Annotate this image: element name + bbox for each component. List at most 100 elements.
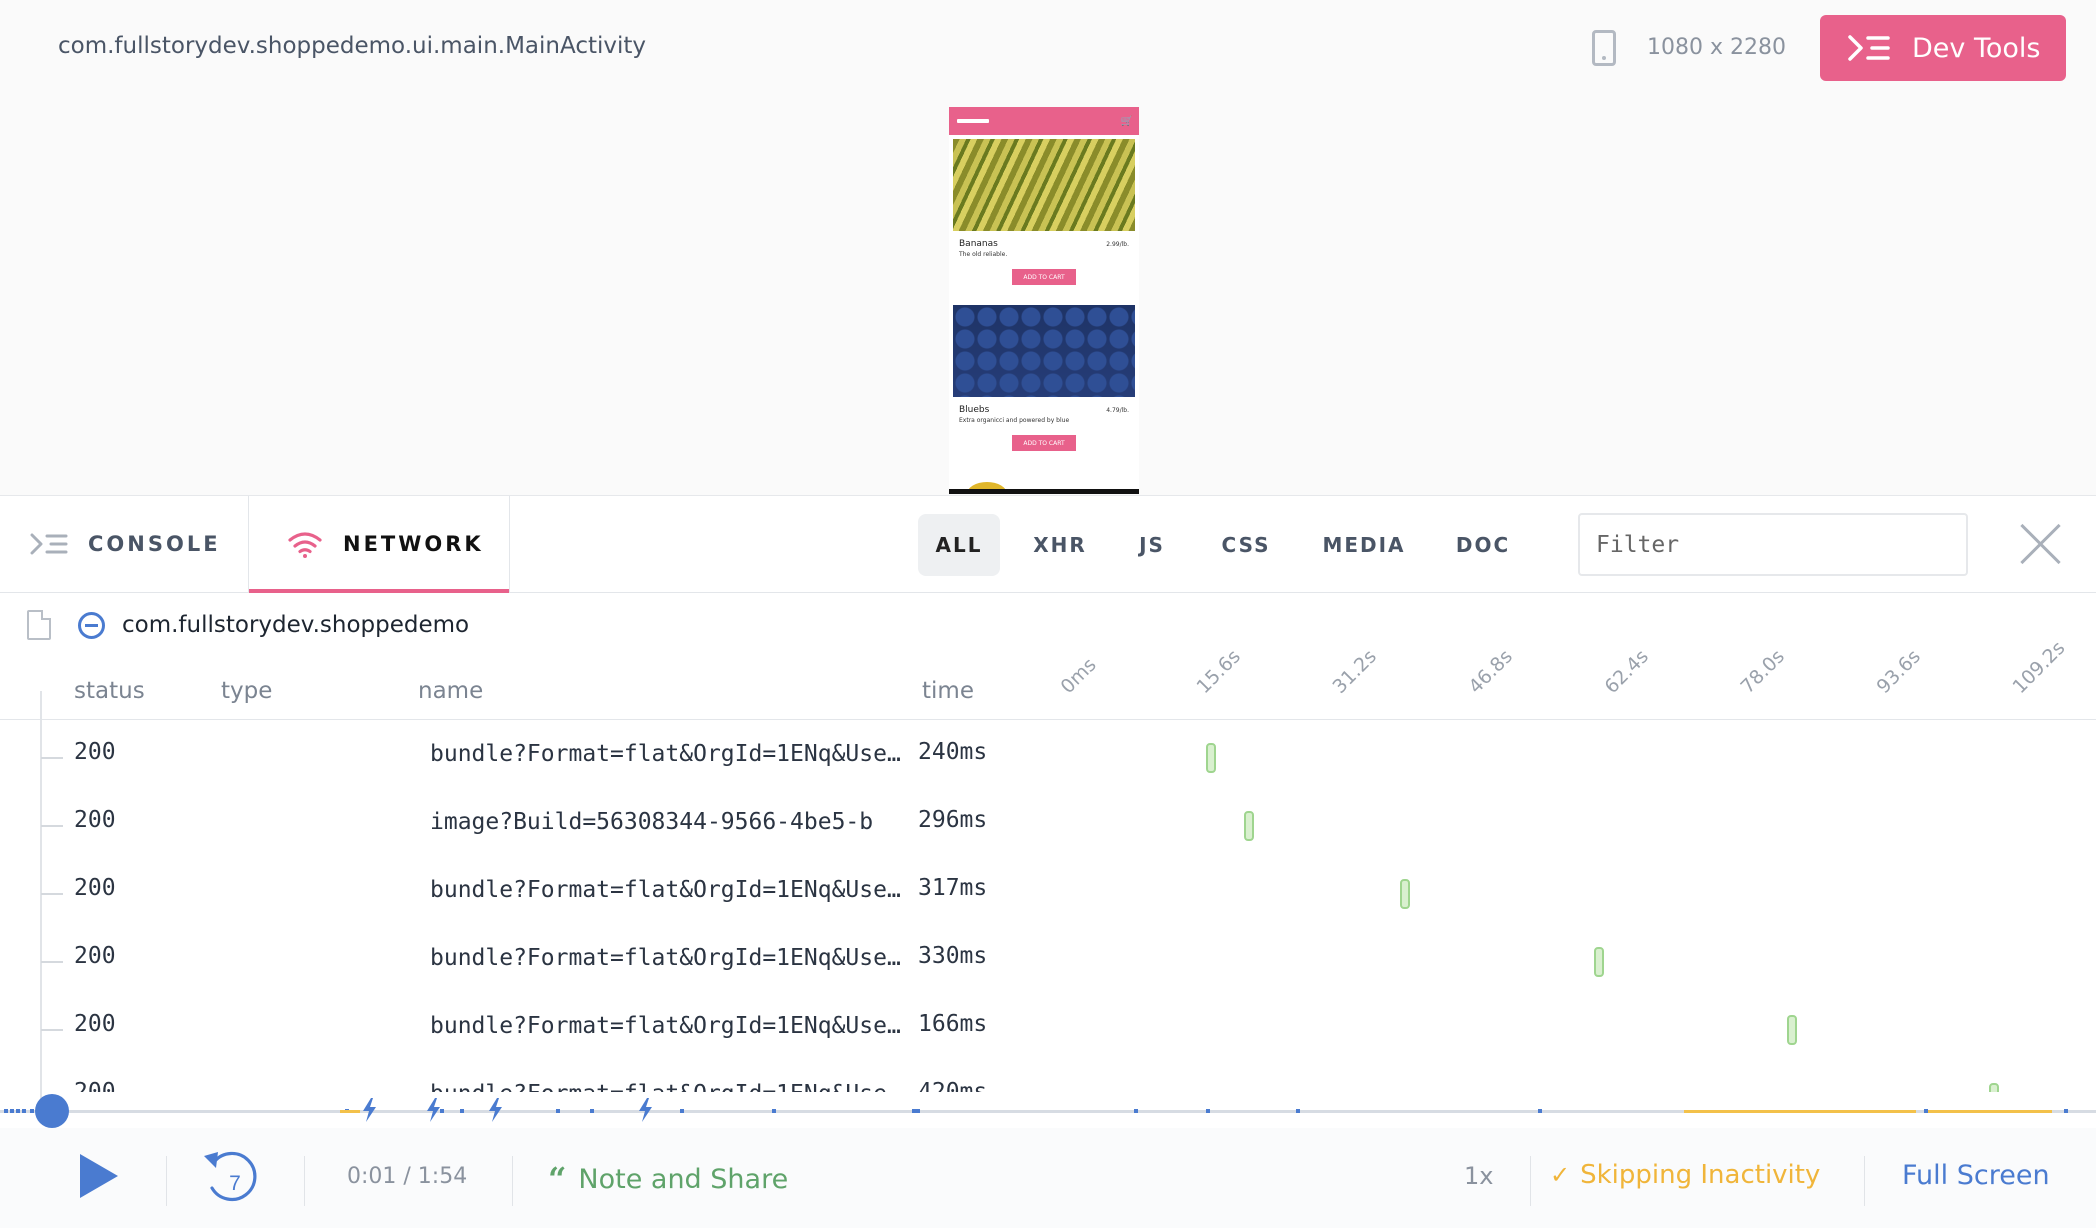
filter-media[interactable]: MEDIA	[1318, 514, 1410, 576]
request-time: 296ms	[918, 807, 988, 833]
divider	[166, 1156, 167, 1206]
collapse-icon[interactable]	[78, 612, 105, 639]
add-to-cart-button: ADD TO CART	[1012, 269, 1076, 285]
device-preview[interactable]: 🛒 Bananas The old reliable. 2.99/lb. ADD…	[949, 107, 1139, 494]
timeline-event-dot	[1296, 1109, 1300, 1113]
tree-connector	[41, 1029, 63, 1031]
phone-nav-bar	[949, 489, 1139, 494]
inactivity-segment	[1928, 1110, 2052, 1113]
playback-speed[interactable]: 1x	[1464, 1162, 1493, 1190]
request-status: 200	[74, 1011, 116, 1037]
inactivity-segment	[1684, 1110, 1916, 1113]
waterfall-tick: 46.8s	[1464, 645, 1517, 698]
waterfall-bar	[1244, 811, 1255, 841]
device-resolution: 1080 x 2280	[1647, 35, 1786, 60]
request-row[interactable]: 200 bundle?Format=flat&OrgId=1ENq&UserId=…	[0, 726, 2096, 794]
request-row[interactable]: 200 bundle?Format=flat&OrgId=1ENq&UserId=…	[0, 862, 2096, 930]
note-and-share-label: Note and Share	[578, 1163, 789, 1195]
timeline-event-dot	[22, 1109, 26, 1113]
replay-icon[interactable]: 7	[200, 1148, 262, 1206]
filter-all[interactable]: ALL	[918, 514, 1000, 576]
lightning-icon[interactable]	[360, 1097, 378, 1123]
inactivity-segment	[340, 1110, 360, 1113]
replay-seconds: 7	[229, 1172, 241, 1195]
column-time[interactable]: time	[922, 678, 974, 704]
filter-css[interactable]: CSS	[1214, 514, 1278, 576]
request-row[interactable]: 200 bundle?Format=flat&OrgId=1ENq&UserId=…	[0, 1066, 2096, 1092]
filter-js[interactable]: JS	[1130, 514, 1174, 576]
request-name: bundle?Format=flat&OrgId=1ENq&UserId=	[430, 945, 908, 971]
app-toolbar: 🛒	[949, 107, 1139, 135]
divider	[1864, 1156, 1865, 1206]
full-screen-button[interactable]: Full Screen	[1902, 1160, 2050, 1191]
waterfall-tick: 31.2s	[1328, 645, 1381, 698]
bananas-image	[953, 139, 1135, 231]
request-row[interactable]: 200 bundle?Format=flat&OrgId=1ENq&UserId=…	[0, 998, 2096, 1066]
waterfall-bar	[1206, 743, 1216, 773]
request-time: 240ms	[918, 739, 988, 765]
devtools-panel: CONSOLE NETWORK ALL XHR JS CSS MEDIA DOC…	[0, 495, 2096, 1228]
timeline-event-dot	[1206, 1109, 1210, 1113]
lightning-icon[interactable]	[486, 1097, 504, 1123]
column-type[interactable]: type	[221, 678, 272, 704]
skip-inactivity-label: Skipping Inactivity	[1580, 1160, 1821, 1190]
timeline-event-dot	[460, 1109, 464, 1113]
top-bar: com.fullstorydev.shoppedemo.ui.main.Main…	[0, 0, 2096, 96]
playback-controls: 7 0:01 / 1:54 “ Note and Share 1x ✓ Skip…	[0, 1128, 2096, 1228]
request-status: 200	[74, 807, 116, 833]
document-icon	[27, 610, 51, 640]
tree-connector	[41, 893, 63, 895]
console-icon	[30, 532, 68, 556]
request-name: image?Build=56308344-9566-4be5-b	[430, 809, 874, 835]
close-icon[interactable]	[2018, 522, 2062, 566]
timeline-event-dot	[16, 1109, 20, 1113]
app-title-placeholder	[957, 119, 989, 123]
product-card: Bananas The old reliable. 2.99/lb. ADD T…	[949, 231, 1139, 301]
filter-xhr[interactable]: XHR	[1022, 514, 1098, 576]
lightning-icon[interactable]	[636, 1097, 654, 1123]
request-time: 317ms	[918, 875, 988, 901]
filter-doc[interactable]: DOC	[1450, 514, 1516, 576]
tree-connector	[41, 961, 63, 963]
tab-network[interactable]: NETWORK	[249, 496, 510, 593]
play-icon[interactable]	[80, 1154, 118, 1198]
timeline-event-dot	[1538, 1109, 1542, 1113]
request-time: 166ms	[918, 1011, 988, 1037]
playback-timeline[interactable]	[0, 1109, 2096, 1113]
product-name: Bananas	[959, 239, 998, 249]
product-price: 4.79/lb.	[1106, 407, 1129, 414]
product-card: Bluebs Extra organicci and powered by bl…	[949, 397, 1139, 467]
waterfall-bar	[1593, 947, 1604, 977]
check-icon: ✓	[1550, 1161, 1571, 1189]
tree-connector	[41, 757, 63, 759]
column-status[interactable]: status	[74, 678, 145, 704]
waterfall-tick: 15.6s	[1192, 645, 1245, 698]
tab-console[interactable]: CONSOLE	[0, 496, 249, 592]
request-name: bundle?Format=flat&OrgId=1ENq&UserId=	[430, 1013, 908, 1039]
filter-input[interactable]	[1578, 513, 1968, 576]
source-name: com.fullstorydev.shoppedemo	[122, 612, 470, 638]
waterfall-tick: 93.6s	[1872, 645, 1925, 698]
request-status: 200	[74, 875, 116, 901]
request-row[interactable]: 200 bundle?Format=flat&OrgId=1ENq&UserId=…	[0, 930, 2096, 998]
waterfall-tick: 78.0s	[1736, 645, 1789, 698]
waterfall-bar	[1400, 879, 1411, 909]
product-name: Bluebs	[959, 405, 990, 415]
timeline-event-dot	[590, 1109, 594, 1113]
product-description: Extra organicci and powered by blue	[959, 417, 1070, 424]
timeline-event-dot	[556, 1109, 560, 1113]
divider	[1530, 1156, 1531, 1206]
request-name: bundle?Format=flat&OrgId=1ENq&UserId=	[430, 1081, 908, 1092]
skip-inactivity-toggle[interactable]: ✓ Skipping Inactivity	[1550, 1160, 1820, 1190]
request-row[interactable]: 200 image?Build=56308344-9566-4be5-b 296ms	[0, 794, 2096, 862]
product-description: The old reliable.	[959, 251, 1008, 258]
lightning-icon[interactable]	[424, 1097, 442, 1123]
waterfall-bar	[1988, 1083, 1999, 1092]
column-name[interactable]: name	[418, 678, 483, 704]
source-row: com.fullstorydev.shoppedemo	[0, 606, 900, 646]
timeline-scrubber[interactable]	[35, 1094, 69, 1128]
request-status: 200	[74, 1079, 116, 1092]
note-and-share-button[interactable]: “ Note and Share	[548, 1160, 788, 1198]
dev-tools-button[interactable]: Dev Tools	[1820, 15, 2066, 81]
timeline-event-dot	[680, 1109, 684, 1113]
